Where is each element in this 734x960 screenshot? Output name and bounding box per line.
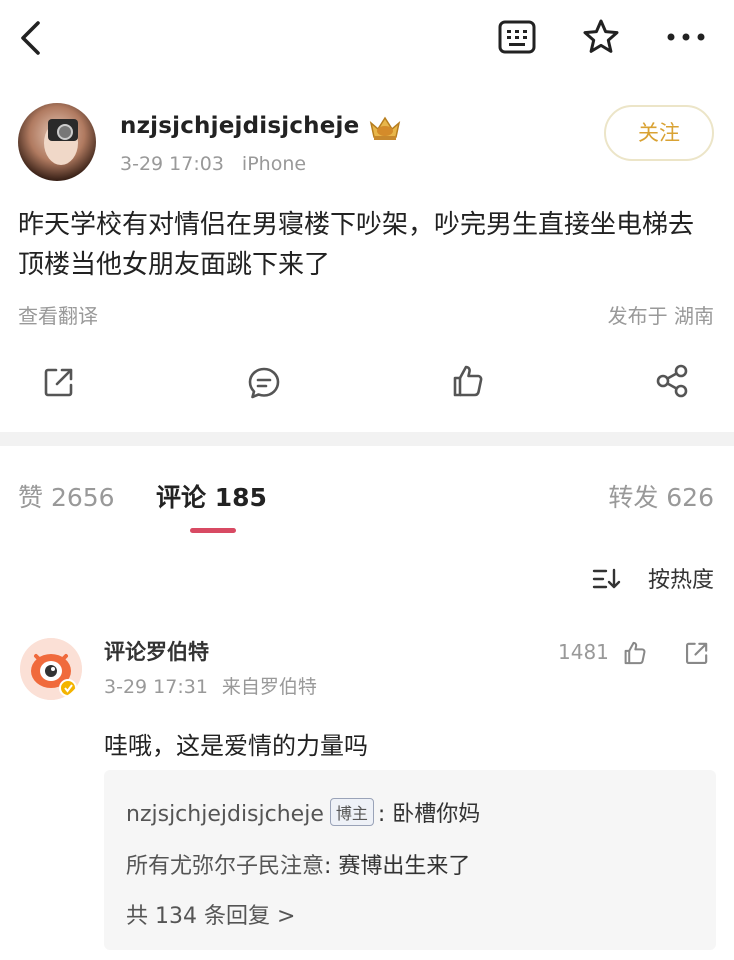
post-text: 昨天学校有对情侣在男寝楼下吵架，吵完男生直接坐电梯去顶楼当他女朋友面跳下来了 (18, 210, 695, 280)
reply-text: : 卧槽你妈 (377, 802, 481, 827)
post-location: 发布于 湖南 (607, 304, 714, 328)
post-header: nzjsjchjejdisjcheje 3-29 17:03 iPhone 关注 (0, 95, 734, 195)
username[interactable]: nzjsjchjejdisjcheje (120, 113, 359, 139)
reply-username[interactable]: nzjsjchjejdisjcheje (126, 802, 324, 827)
sort-by-hot[interactable]: 按热度 (648, 562, 714, 593)
sort-icon[interactable] (592, 568, 622, 590)
comment-text: 哇哦，这是爱情的力量吗 (104, 732, 368, 760)
post-meta: 3-29 17:03 iPhone (120, 153, 324, 175)
comment-item: 评论罗伯特 3-29 17:31 来自罗伯特 1481 哇哦，这是爱情的力量吗 n… (0, 630, 734, 960)
comment-icon[interactable] (246, 365, 282, 401)
follow-button[interactable]: 关注 (604, 105, 714, 161)
comment-meta: 3-29 17:31 来自罗伯特 (104, 672, 331, 699)
reply-text: : 赛博出生来了 (324, 854, 471, 879)
post-date: 3-29 17:03 (120, 153, 224, 175)
author-badge: 博主 (329, 798, 374, 826)
comment-source: 来自罗伯特 (221, 676, 317, 698)
interaction-tabs: 赞 2656 评论 185 转发 626 (0, 470, 734, 540)
camera-icon (48, 119, 78, 141)
post-device: iPhone (241, 153, 307, 175)
like-thumb-icon[interactable] (450, 363, 486, 399)
tab-likes[interactable]: 赞 2656 (18, 478, 115, 514)
reply-item[interactable]: 所有尤弥尔子民注意: 赛博出生来了 (126, 848, 470, 880)
section-divider (0, 432, 734, 446)
tab-comments[interactable]: 评论 185 (156, 478, 267, 514)
comment-like-icon[interactable] (622, 640, 648, 666)
view-all-replies-link[interactable]: 共 134 条回复 > (126, 898, 295, 930)
commenter-name[interactable]: 评论罗伯特 (104, 636, 209, 666)
comment-like-count: 1481 (558, 640, 609, 664)
post-action-bar (0, 355, 734, 411)
more-dots-icon[interactable] (666, 32, 706, 42)
crown-badge-icon (368, 115, 402, 141)
comment-share-icon[interactable] (684, 640, 710, 666)
reply-item[interactable]: nzjsjchjejdisjcheje 博主: 卧槽你妈 (126, 796, 480, 828)
chevron-left-icon[interactable] (18, 20, 44, 56)
top-bar (0, 0, 734, 80)
keyboard-list-icon[interactable] (498, 20, 536, 54)
commenter-avatar[interactable] (20, 638, 82, 700)
tab-reposts[interactable]: 转发 626 (608, 478, 714, 514)
reply-box[interactable]: nzjsjchjejdisjcheje 博主: 卧槽你妈 所有尤弥尔子民注意: 赛… (104, 770, 716, 950)
star-icon[interactable] (582, 18, 620, 56)
reply-username[interactable]: 所有尤弥尔子民注意 (126, 854, 324, 879)
comment-date: 3-29 17:31 (104, 676, 208, 698)
active-tab-indicator (190, 528, 236, 533)
share-out-icon[interactable] (42, 365, 76, 399)
translate-link[interactable]: 查看翻译 (18, 300, 98, 329)
share-network-icon[interactable] (654, 363, 690, 399)
avatar[interactable] (18, 103, 96, 181)
